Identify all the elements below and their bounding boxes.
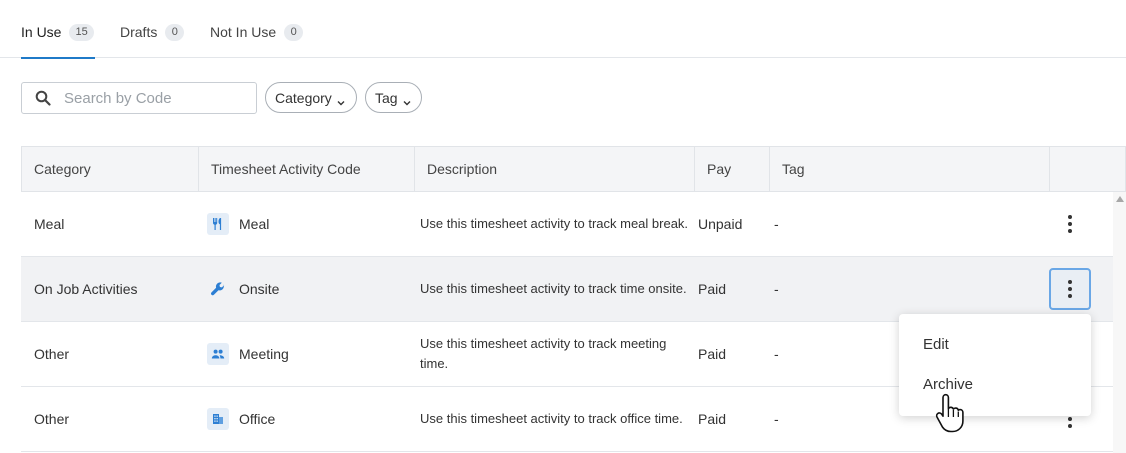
search-input[interactable]	[64, 89, 244, 107]
tab-count-badge: 15	[69, 24, 94, 41]
code-label: Office	[239, 411, 276, 427]
category-cell: Meal	[34, 216, 65, 232]
more-vertical-icon	[1068, 215, 1072, 233]
pay-cell: Paid	[698, 346, 727, 362]
pay-cell: Paid	[698, 411, 727, 427]
description-cell: Use this timesheet activity to track tim…	[420, 281, 687, 296]
pay-cell: Paid	[698, 281, 727, 297]
tag-cell: -	[774, 216, 779, 232]
tab-in-use[interactable]: In Use 15	[21, 22, 95, 59]
code-label: Meeting	[239, 346, 289, 362]
code-cell: Office	[207, 387, 407, 451]
column-header-category[interactable]: Category	[22, 147, 199, 191]
code-cell: Meal	[207, 192, 407, 256]
menu-item-archive[interactable]: Archive	[899, 364, 1091, 404]
table-header: Category Timesheet Activity Code Descrip…	[21, 146, 1126, 192]
tag-cell: -	[774, 411, 779, 427]
category-filter-button[interactable]: Category	[265, 82, 357, 113]
table-row[interactable]: On Job Activities Onsite Use this timesh…	[21, 257, 1113, 322]
wrench-icon	[207, 278, 229, 300]
search-box	[21, 82, 257, 114]
column-header-tag[interactable]: Tag	[770, 147, 1050, 191]
table-row[interactable]: Meal Meal Use this timesheet activity to…	[21, 192, 1113, 257]
table-scrollbar[interactable]	[1113, 192, 1126, 453]
building-icon	[207, 408, 229, 430]
tab-count-badge: 0	[165, 24, 185, 41]
description-cell: Use this timesheet activity to track mea…	[420, 216, 689, 231]
code-cell: Meeting	[207, 322, 407, 386]
menu-item-edit[interactable]: Edit	[899, 324, 1091, 364]
code-label: Onsite	[239, 281, 280, 297]
category-cell: Other	[34, 346, 70, 362]
category-cell: Other	[34, 411, 70, 427]
code-cell: Onsite	[207, 257, 407, 321]
column-header-pay[interactable]: Pay	[695, 147, 770, 191]
chevron-down-icon	[403, 94, 411, 105]
tab-label: Not In Use	[210, 24, 277, 40]
tab-count-badge: 0	[284, 24, 304, 41]
column-header-description[interactable]: Description	[415, 147, 695, 191]
description-cell: Use this timesheet activity to track off…	[420, 411, 683, 426]
category-filter-label: Category	[275, 89, 332, 106]
tab-bar: In Use 15 Drafts 0 Not In Use 0	[0, 0, 1126, 59]
people-icon	[207, 343, 229, 365]
row-actions-button[interactable]	[1049, 268, 1091, 310]
code-label: Meal	[239, 216, 270, 232]
column-header-code[interactable]: Timesheet Activity Code	[199, 147, 415, 191]
tag-filter-label: Tag	[375, 89, 398, 106]
tab-drafts[interactable]: Drafts 0	[120, 22, 185, 58]
fork-knife-icon	[207, 213, 229, 235]
scroll-up-arrow-icon[interactable]	[1116, 196, 1124, 202]
category-cell: On Job Activities	[34, 281, 138, 297]
description-cell: Use this timesheet activity to track mee…	[420, 336, 667, 371]
tag-cell: -	[774, 281, 779, 297]
pay-cell: Unpaid	[698, 216, 743, 232]
tab-not-in-use[interactable]: Not In Use 0	[210, 22, 304, 58]
row-actions-button[interactable]	[1049, 203, 1091, 245]
tag-cell: -	[774, 346, 779, 362]
tag-filter-button[interactable]: Tag	[365, 82, 422, 113]
tab-label: In Use	[21, 24, 62, 40]
hand-pointer-cursor-icon	[934, 393, 968, 435]
tab-label: Drafts	[120, 24, 158, 40]
more-vertical-icon	[1068, 280, 1072, 298]
search-icon	[35, 90, 51, 106]
chevron-down-icon	[337, 94, 345, 105]
row-actions-menu: Edit Archive	[899, 314, 1091, 416]
